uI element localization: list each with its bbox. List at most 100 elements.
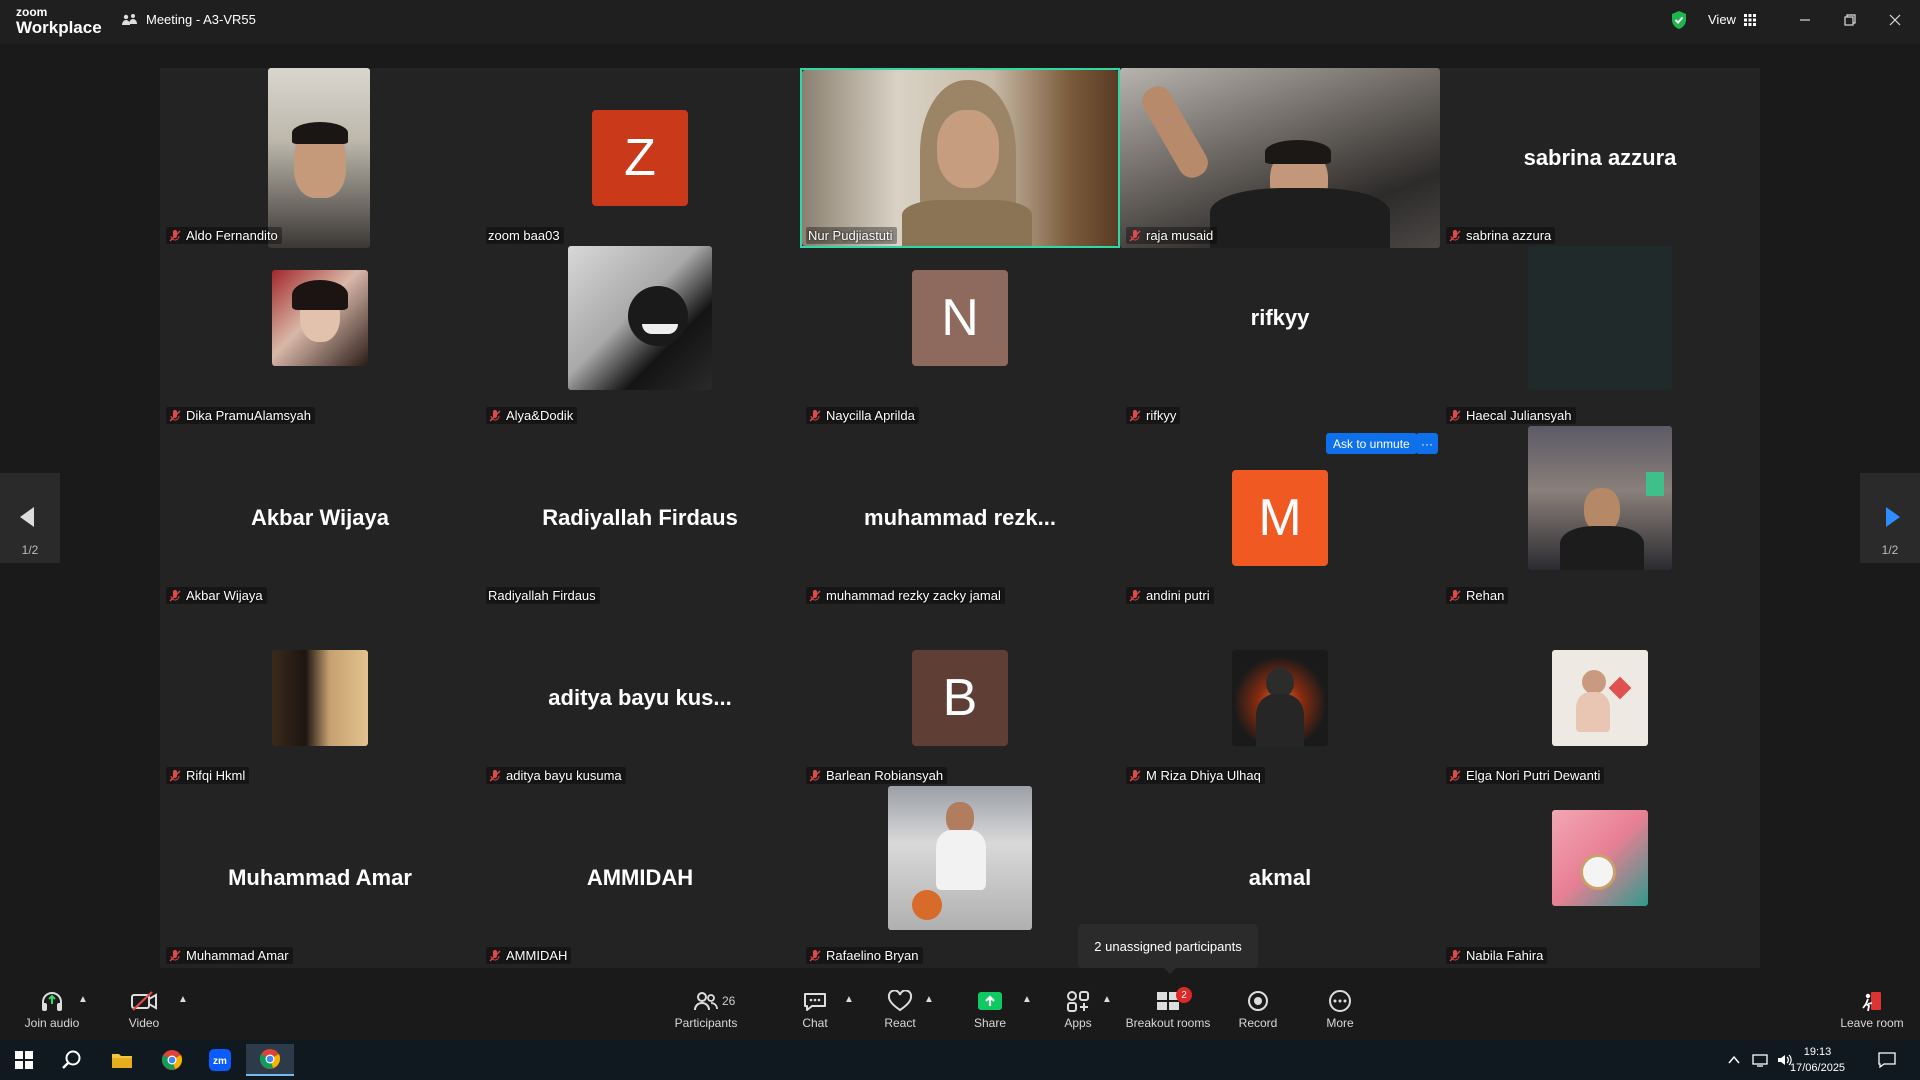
participant-tile[interactable]: rifkyy rifkyy — [1120, 248, 1440, 428]
muted-mic-icon — [1129, 409, 1141, 421]
taskbar-file-explorer[interactable] — [98, 1044, 146, 1076]
record-icon — [1248, 991, 1268, 1011]
participant-tile[interactable]: Elga Nori Putri Dewanti — [1440, 608, 1760, 788]
windows-start-button[interactable] — [0, 1044, 48, 1076]
participant-tile[interactable]: aditya bayu kus... aditya bayu kusuma — [480, 608, 800, 788]
participant-name-label: Aldo Fernandito — [166, 227, 282, 244]
react-options-caret-icon[interactable]: ▲ — [924, 994, 934, 1005]
breakout-rooms-button[interactable]: Breakout rooms — [1118, 990, 1218, 1030]
more-button[interactable]: More — [1300, 990, 1380, 1030]
windows-logo-icon — [15, 1051, 33, 1069]
participants-label: Participants — [674, 1016, 738, 1030]
participant-tile[interactable]: Radiyallah Firdaus Radiyallah Firdaus — [480, 428, 800, 608]
participant-tile[interactable]: M Riza Dhiya Ulhaq — [1120, 608, 1440, 788]
prev-page-button[interactable]: 1/2 — [0, 473, 60, 563]
participant-tile[interactable]: Dika PramuAlamsyah — [160, 248, 480, 428]
participant-photo — [1552, 650, 1648, 746]
notifications-icon[interactable] — [1878, 1052, 1896, 1068]
share-options-caret-icon[interactable]: ▲ — [1022, 994, 1032, 1005]
participant-photo — [272, 650, 368, 746]
participant-name-label: Barlean Robiansyah — [806, 767, 948, 784]
participant-photo — [1552, 810, 1648, 906]
chevron-up-icon[interactable] — [1728, 1054, 1740, 1066]
minimize-icon[interactable] — [1795, 10, 1815, 30]
taskbar-zoom[interactable]: zm — [196, 1044, 244, 1076]
participant-name-label: M Riza Dhiya Ulhaq — [1126, 767, 1265, 784]
apps-options-caret-icon[interactable]: ▲ — [1102, 994, 1112, 1005]
participant-avatar: Z — [592, 110, 688, 206]
taskbar-clock[interactable]: 19:13 17/06/2025 — [1790, 1044, 1845, 1076]
participant-video — [802, 70, 1118, 246]
encryption-shield-icon[interactable] — [1670, 10, 1688, 30]
participant-display-name: rifkyy — [1250, 305, 1310, 330]
meeting-info-icon — [122, 13, 137, 25]
participant-tile[interactable]: N Naycilla Aprilda — [800, 248, 1120, 428]
participant-tile[interactable]: Rehan — [1440, 426, 1760, 608]
participant-name-label: raja musaid — [1126, 227, 1218, 244]
taskbar-chrome-active[interactable] — [246, 1044, 294, 1076]
chat-options-caret-icon[interactable]: ▲ — [844, 994, 854, 1005]
taskbar-chrome[interactable] — [148, 1044, 196, 1076]
restore-icon[interactable] — [1840, 10, 1860, 30]
participant-tile[interactable]: M andini putri — [1120, 428, 1440, 608]
participant-tile-active-speaker[interactable]: Nur Pudjiastuti — [800, 68, 1120, 248]
tile-more-options-button[interactable]: ··· — [1416, 433, 1438, 454]
participant-photo — [1528, 426, 1672, 570]
clock-date: 17/06/2025 — [1790, 1062, 1846, 1074]
participant-tile[interactable]: Nabila Fahira — [1440, 788, 1760, 968]
participant-tile[interactable]: Alya&Dodik — [480, 246, 800, 428]
chat-button[interactable]: Chat — [775, 990, 855, 1030]
muted-mic-icon — [1129, 589, 1141, 601]
share-button[interactable]: Share — [950, 990, 1030, 1030]
apps-icon — [1067, 991, 1089, 1012]
participant-photo — [1232, 650, 1328, 746]
close-icon[interactable] — [1885, 10, 1905, 30]
muted-mic-icon — [1449, 409, 1461, 421]
participant-tile[interactable]: Muhammad Amar Muhammad Amar — [160, 788, 480, 968]
logo-top: zoom — [16, 5, 48, 19]
muted-mic-icon — [809, 949, 821, 961]
participant-tile[interactable]: raja musaid — [1120, 68, 1440, 248]
view-button[interactable]: View — [1708, 12, 1756, 27]
headphones-icon — [42, 992, 62, 1011]
participant-tile[interactable]: Akbar Wijaya Akbar Wijaya — [160, 428, 480, 608]
participant-tile[interactable]: B Barlean Robiansyah — [800, 608, 1120, 788]
participant-name-label: muhammad rezky zacky jamal — [806, 587, 1005, 604]
muted-mic-icon — [169, 769, 181, 781]
video-button[interactable]: Video — [104, 990, 184, 1030]
participants-icon — [694, 992, 718, 1011]
clock-time: 19:13 — [1803, 1046, 1832, 1058]
network-icon[interactable] — [1752, 1052, 1768, 1068]
next-page-button[interactable]: 1/2 — [1860, 473, 1920, 563]
chevron-left-icon — [20, 507, 34, 527]
chrome-icon — [161, 1050, 183, 1070]
record-button[interactable]: Record — [1218, 990, 1298, 1030]
muted-mic-icon — [1449, 229, 1461, 241]
muted-mic-icon — [489, 769, 501, 781]
leave-room-button[interactable]: Leave room — [1830, 990, 1914, 1030]
taskbar-search-button[interactable] — [48, 1044, 96, 1076]
participant-tile[interactable]: Aldo Fernandito — [160, 68, 480, 248]
participant-tile[interactable]: sabrina azzura sabrina azzura — [1440, 68, 1760, 248]
participant-display-name: Radiyallah Firdaus — [542, 505, 738, 530]
video-options-caret-icon[interactable]: ▲ — [178, 994, 188, 1005]
participant-name-label: Rehan — [1446, 587, 1509, 604]
apps-label: Apps — [1064, 1016, 1092, 1030]
share-screen-icon — [978, 992, 1002, 1010]
muted-mic-icon — [169, 949, 181, 961]
more-icon — [1329, 990, 1351, 1012]
participant-tile[interactable]: AMMIDAH AMMIDAH — [480, 788, 800, 968]
participant-name-label: Rifqi Hkml — [166, 767, 250, 784]
participant-tile[interactable]: Haecal Juliansyah — [1440, 246, 1760, 428]
participant-tile[interactable]: Rifqi Hkml — [160, 608, 480, 788]
ask-to-unmute-button[interactable]: Ask to unmute — [1326, 433, 1417, 454]
participant-tile[interactable]: muhammad rezk... muhammad rezky zacky ja… — [800, 428, 1120, 608]
view-label: View — [1708, 12, 1736, 27]
participant-tile[interactable]: Rafaelino Bryan — [800, 786, 1120, 968]
audio-options-caret-icon[interactable]: ▲ — [78, 994, 88, 1005]
participant-name-label: andini putri — [1126, 587, 1214, 604]
meeting-title[interactable]: Meeting - A3-VR55 — [122, 12, 256, 27]
participant-tile[interactable]: Z zoom baa03 — [480, 68, 800, 248]
participant-name-label: Rafaelino Bryan — [806, 947, 923, 964]
muted-mic-icon — [1129, 229, 1141, 241]
